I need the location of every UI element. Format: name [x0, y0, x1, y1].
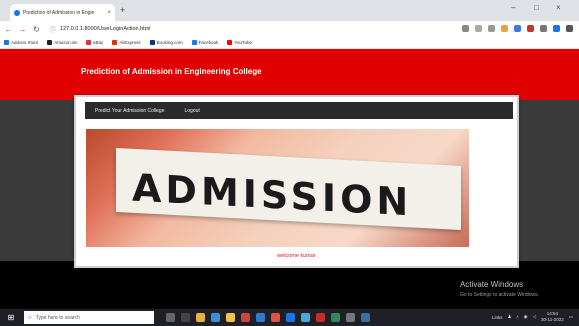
- taskbar-search-box[interactable]: ○ Type here to search: [24, 311, 154, 324]
- bookmark-label: Addons Store: [11, 40, 39, 45]
- taskbar-apps: [166, 313, 370, 322]
- word-icon[interactable]: [361, 313, 370, 322]
- network-icon[interactable]: ◉: [524, 314, 528, 320]
- bookmark-favicon-icon: [86, 40, 92, 45]
- site-title: Prediction of Admission in Engineering C…: [81, 67, 262, 76]
- bookmark-item[interactable]: eBay: [86, 40, 103, 45]
- close-window-button[interactable]: ×: [556, 3, 561, 12]
- bookmark-item[interactable]: Facebook: [191, 40, 219, 45]
- key-icon[interactable]: [462, 25, 469, 32]
- notification-icon[interactable]: ▭: [569, 314, 573, 320]
- forward-arrow-icon[interactable]: →: [17, 25, 28, 34]
- bookmark-favicon-icon: [149, 40, 155, 45]
- address-bar-url: 127.0.0.1:8000/UserLoginAction.html: [60, 26, 151, 32]
- bookmark-favicon-icon: [4, 40, 9, 45]
- bookmark-item[interactable]: Booking.com: [149, 40, 183, 45]
- bookmark-label: Facebook: [198, 40, 219, 45]
- new-tab-button[interactable]: +: [120, 5, 125, 15]
- windows-start-icon[interactable]: ⊞: [0, 309, 22, 326]
- activate-windows-title: Activate Windows: [460, 280, 524, 289]
- bookmark-favicon-icon: [191, 40, 197, 45]
- menu-kebab-icon[interactable]: [566, 25, 573, 32]
- edge-icon[interactable]: [211, 313, 220, 322]
- tray-links[interactable]: Links: [492, 315, 503, 320]
- clock-date: 30-11-2022: [541, 317, 564, 322]
- windows-taskbar: ⊞ ○ Type here to search Links ♟ ^ ◉ ◁ 14…: [0, 309, 579, 326]
- bookmark-star-icon[interactable]: [488, 25, 495, 32]
- bookmark-item[interactable]: Amazon.de: [47, 40, 77, 45]
- taskbar-clock[interactable]: 14:54 30-11-2022: [541, 311, 564, 323]
- minimize-button[interactable]: –: [511, 3, 515, 12]
- tab-title: Prediction of Admission in Engin: [23, 9, 95, 16]
- site-favicon-icon: [14, 9, 20, 16]
- extensions-puzzle-icon[interactable]: [540, 25, 547, 32]
- bookmark-item[interactable]: Addons Store: [4, 40, 38, 45]
- browser-toolbar: ← → ↻ ⓘ 127.0.0.1:8000/UserLoginAction.h…: [0, 21, 579, 37]
- reload-icon[interactable]: ↻: [31, 25, 42, 34]
- mic-icon[interactable]: [166, 313, 175, 322]
- browser-tab-bar: Prediction of Admission in Engin × + – □…: [0, 0, 579, 21]
- admission-hero-image: ADMISSION: [86, 129, 469, 247]
- tab-close-icon[interactable]: ×: [107, 10, 111, 16]
- app-blue-icon[interactable]: [301, 313, 310, 322]
- bookmark-favicon-icon: [112, 40, 118, 45]
- nav-logout[interactable]: Logout: [175, 108, 210, 114]
- site-info-icon[interactable]: ⓘ: [50, 25, 56, 34]
- file-explorer-icon[interactable]: [226, 313, 235, 322]
- header-banner: Prediction of Admission in Engineering C…: [0, 49, 579, 100]
- web-page: Prediction of Admission in Engineering C…: [0, 49, 579, 309]
- bookmark-favicon-icon: [227, 40, 233, 45]
- content-card: Predict Your Admission College Logout AD…: [74, 95, 519, 268]
- back-arrow-icon[interactable]: ←: [3, 25, 14, 34]
- chevron-up-icon[interactable]: ^: [517, 315, 519, 320]
- welcome-message: welcome kumar: [277, 253, 316, 259]
- extension-red-icon[interactable]: [527, 25, 534, 32]
- bookmark-label: eBay: [93, 40, 104, 45]
- bookmark-item[interactable]: YouTube: [227, 40, 252, 45]
- activate-windows-subtitle: Go to Settings to activate Windows.: [460, 292, 539, 298]
- share-icon[interactable]: [475, 25, 482, 32]
- profile-icon[interactable]: [553, 25, 560, 32]
- app-orange-icon[interactable]: [271, 313, 280, 322]
- firefox-icon[interactable]: [196, 313, 205, 322]
- bookmark-favicon-icon: [47, 40, 53, 45]
- bookmarks-bar: Addons Store Amazon.de eBay AliExpress Booki…: [0, 37, 579, 49]
- bookmark-label: AliExpress: [119, 40, 141, 45]
- search-icon: ○: [28, 314, 32, 321]
- taskbar-search-placeholder: Type here to search: [35, 314, 80, 321]
- browser-tab[interactable]: Prediction of Admission in Engin ×: [10, 4, 115, 21]
- volume-icon[interactable]: ◁: [533, 314, 536, 320]
- restore-button[interactable]: □: [534, 3, 539, 12]
- store-icon[interactable]: [256, 313, 265, 322]
- app-red-icon[interactable]: [241, 313, 250, 322]
- extension-icons: [462, 25, 573, 32]
- nav-predict-admission[interactable]: Predict Your Admission College: [85, 108, 175, 114]
- people-icon[interactable]: ♟: [507, 314, 511, 320]
- task-view-icon[interactable]: [181, 313, 190, 322]
- bookmark-label: Amazon.de: [54, 40, 78, 45]
- bookmark-item[interactable]: AliExpress: [112, 40, 141, 45]
- bookmark-label: YouTube: [234, 40, 253, 45]
- extension-shield-icon[interactable]: [514, 25, 521, 32]
- bookmark-label: Booking.com: [156, 40, 183, 45]
- nav-menu: Predict Your Admission College Logout: [85, 102, 513, 119]
- app-green-icon[interactable]: [331, 313, 340, 322]
- pdf-icon[interactable]: [316, 313, 325, 322]
- app-gray-icon[interactable]: [346, 313, 355, 322]
- chrome-icon[interactable]: [286, 313, 295, 322]
- extension-fox-icon[interactable]: [501, 25, 508, 32]
- address-bar[interactable]: ⓘ 127.0.0.1:8000/UserLoginAction.html: [50, 25, 151, 34]
- system-tray: Links ♟ ^ ◉ ◁ 14:54 30-11-2022 ▭: [492, 311, 573, 323]
